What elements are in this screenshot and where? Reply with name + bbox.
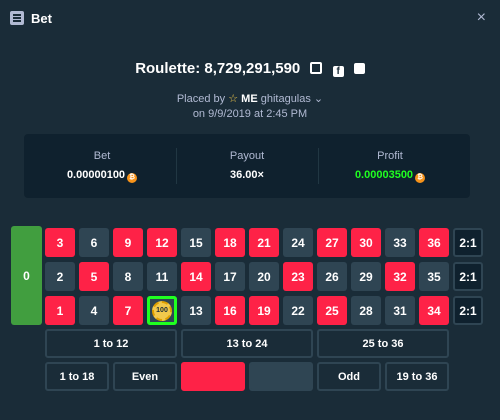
dozen-bet-1[interactable]: 1 to 12 <box>45 329 177 358</box>
number-cell-18[interactable]: 18 <box>215 228 245 257</box>
number-cell-26[interactable]: 26 <box>317 262 347 291</box>
placed-by: Placed by ☆ ME ghitagulas ⌄ <box>0 92 500 105</box>
chevron-down-icon[interactable]: ⌄ <box>311 93 323 105</box>
red-bet-button[interactable] <box>181 362 245 391</box>
modal-header: Bet × <box>0 0 500 36</box>
number-cell-3[interactable]: 3 <box>45 228 75 257</box>
number-cell-12[interactable]: 12 <box>147 228 177 257</box>
stat-payout: Payout 36.00× <box>177 150 317 181</box>
number-cell-20[interactable]: 20 <box>249 262 279 291</box>
number-cell-33[interactable]: 33 <box>385 228 415 257</box>
column-bet-2to1-row-2[interactable]: 2:1 <box>453 262 483 291</box>
black-bet-button[interactable] <box>249 362 313 391</box>
star-icon: ☆ <box>228 93 239 105</box>
twitter-icon[interactable] <box>353 63 365 74</box>
number-cell-2[interactable]: 2 <box>45 262 75 291</box>
username-link[interactable]: ghitagulas <box>261 93 311 105</box>
number-cell-13[interactable]: 13 <box>181 296 211 325</box>
number-cell-23[interactable]: 23 <box>283 262 313 291</box>
column-bet-2to1-row-3[interactable]: 2:1 <box>453 296 483 325</box>
number-cell-19[interactable]: 19 <box>249 296 279 325</box>
stat-bet-label: Bet <box>93 150 111 162</box>
bet-slip-icon <box>10 11 24 25</box>
number-cell-6[interactable]: 6 <box>79 228 109 257</box>
number-cell-0[interactable]: 0 <box>11 226 42 325</box>
me-badge: ME <box>241 93 258 105</box>
stat-bet-value: 0.00000100 <box>66 169 126 181</box>
number-cell-11[interactable]: 11 <box>147 262 177 291</box>
low-bet-button[interactable]: 1 to 18 <box>45 362 109 391</box>
number-cell-8[interactable]: 8 <box>113 262 143 291</box>
dozen-bet-2[interactable]: 13 to 24 <box>181 329 313 358</box>
number-cell-15[interactable]: 15 <box>181 228 211 257</box>
btc-coin-icon: ₿ <box>415 173 426 183</box>
divider <box>318 148 319 184</box>
number-cell-25[interactable]: 25 <box>317 296 347 325</box>
number-cell-4[interactable]: 4 <box>79 296 109 325</box>
number-cell-1[interactable]: 1 <box>45 296 75 325</box>
number-cell-35[interactable]: 35 <box>419 262 449 291</box>
stat-profit: Profit 0.00003500 ₿ <box>320 150 460 183</box>
number-cell-10[interactable]: 100 <box>147 296 177 325</box>
number-cell-9[interactable]: 9 <box>113 228 143 257</box>
game-title: Roulette: 8,729,291,590 <box>135 60 301 77</box>
odd-bet-button[interactable]: Odd <box>317 362 381 391</box>
close-icon[interactable]: × <box>477 9 486 27</box>
placed-by-label: Placed by <box>176 93 226 105</box>
number-cell-32[interactable]: 32 <box>385 262 415 291</box>
stat-payout-label: Payout <box>229 150 265 162</box>
facebook-icon[interactable]: f <box>332 66 344 77</box>
even-bet-button[interactable]: Even <box>113 362 177 391</box>
number-cell-24[interactable]: 24 <box>283 228 313 257</box>
dozen-bet-3[interactable]: 25 to 36 <box>317 329 449 358</box>
number-cell-28[interactable]: 28 <box>351 296 381 325</box>
bet-chip: 100 <box>152 300 172 321</box>
stat-profit-value: 0.00003500 <box>354 169 414 181</box>
number-cell-31[interactable]: 31 <box>385 296 415 325</box>
number-cell-30[interactable]: 30 <box>351 228 381 257</box>
number-cell-14[interactable]: 14 <box>181 262 211 291</box>
number-cell-21[interactable]: 21 <box>249 228 279 257</box>
copy-icon[interactable] <box>310 62 323 74</box>
number-cell-5[interactable]: 5 <box>79 262 109 291</box>
btc-coin-icon: ₿ <box>127 173 138 183</box>
column-bet-2to1-row-1[interactable]: 2:1 <box>453 228 483 257</box>
bet-date: on 9/9/2019 at 2:45 PM <box>192 108 308 120</box>
stat-profit-label: Profit <box>377 150 403 162</box>
modal-title: Bet <box>31 11 52 26</box>
number-cell-16[interactable]: 16 <box>215 296 245 325</box>
stat-payout-value: 36.00× <box>230 169 264 181</box>
number-cell-34[interactable]: 34 <box>419 296 449 325</box>
number-cell-36[interactable]: 36 <box>419 228 449 257</box>
stat-bet: Bet 0.00000100 ₿ <box>32 150 172 183</box>
number-cell-29[interactable]: 29 <box>351 262 381 291</box>
stats-panel: Bet 0.00000100 ₿ Payout 36.00× Profit 0.0… <box>24 134 470 198</box>
number-cell-27[interactable]: 27 <box>317 228 347 257</box>
number-cell-22[interactable]: 22 <box>283 296 313 325</box>
game-title-row: Roulette: 8,729,291,590 f <box>0 60 500 77</box>
number-cell-7[interactable]: 7 <box>113 296 143 325</box>
number-cell-17[interactable]: 17 <box>215 262 245 291</box>
high-bet-button[interactable]: 19 to 36 <box>385 362 449 391</box>
